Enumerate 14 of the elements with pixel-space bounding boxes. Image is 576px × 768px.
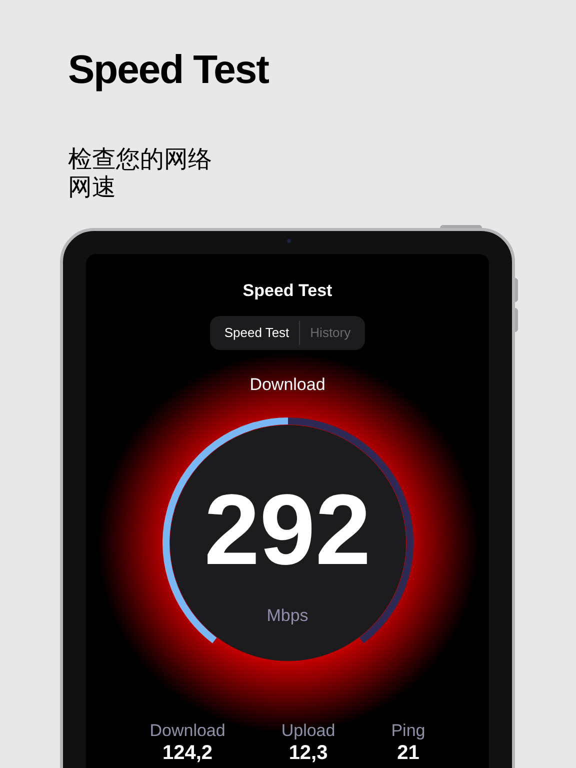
stat-label: Upload (281, 721, 336, 741)
stat-value: 124,2 (162, 741, 213, 765)
stat-value: 12,3 (288, 741, 328, 765)
stat-value: 21 (397, 741, 420, 765)
stat-label: Download (150, 721, 226, 741)
speed-unit: Mbps (266, 605, 308, 627)
speed-value: 292 (204, 475, 371, 585)
page-title: Speed Test (68, 47, 270, 94)
app-title: Speed Test (242, 280, 332, 302)
page-subtitle: 检查您的网络网速 (68, 146, 213, 202)
stat-label: Ping (391, 721, 426, 741)
gauge-label: Download (250, 374, 326, 396)
camera-icon (287, 239, 291, 243)
tab[interactable]: Speed Test (214, 322, 300, 342)
